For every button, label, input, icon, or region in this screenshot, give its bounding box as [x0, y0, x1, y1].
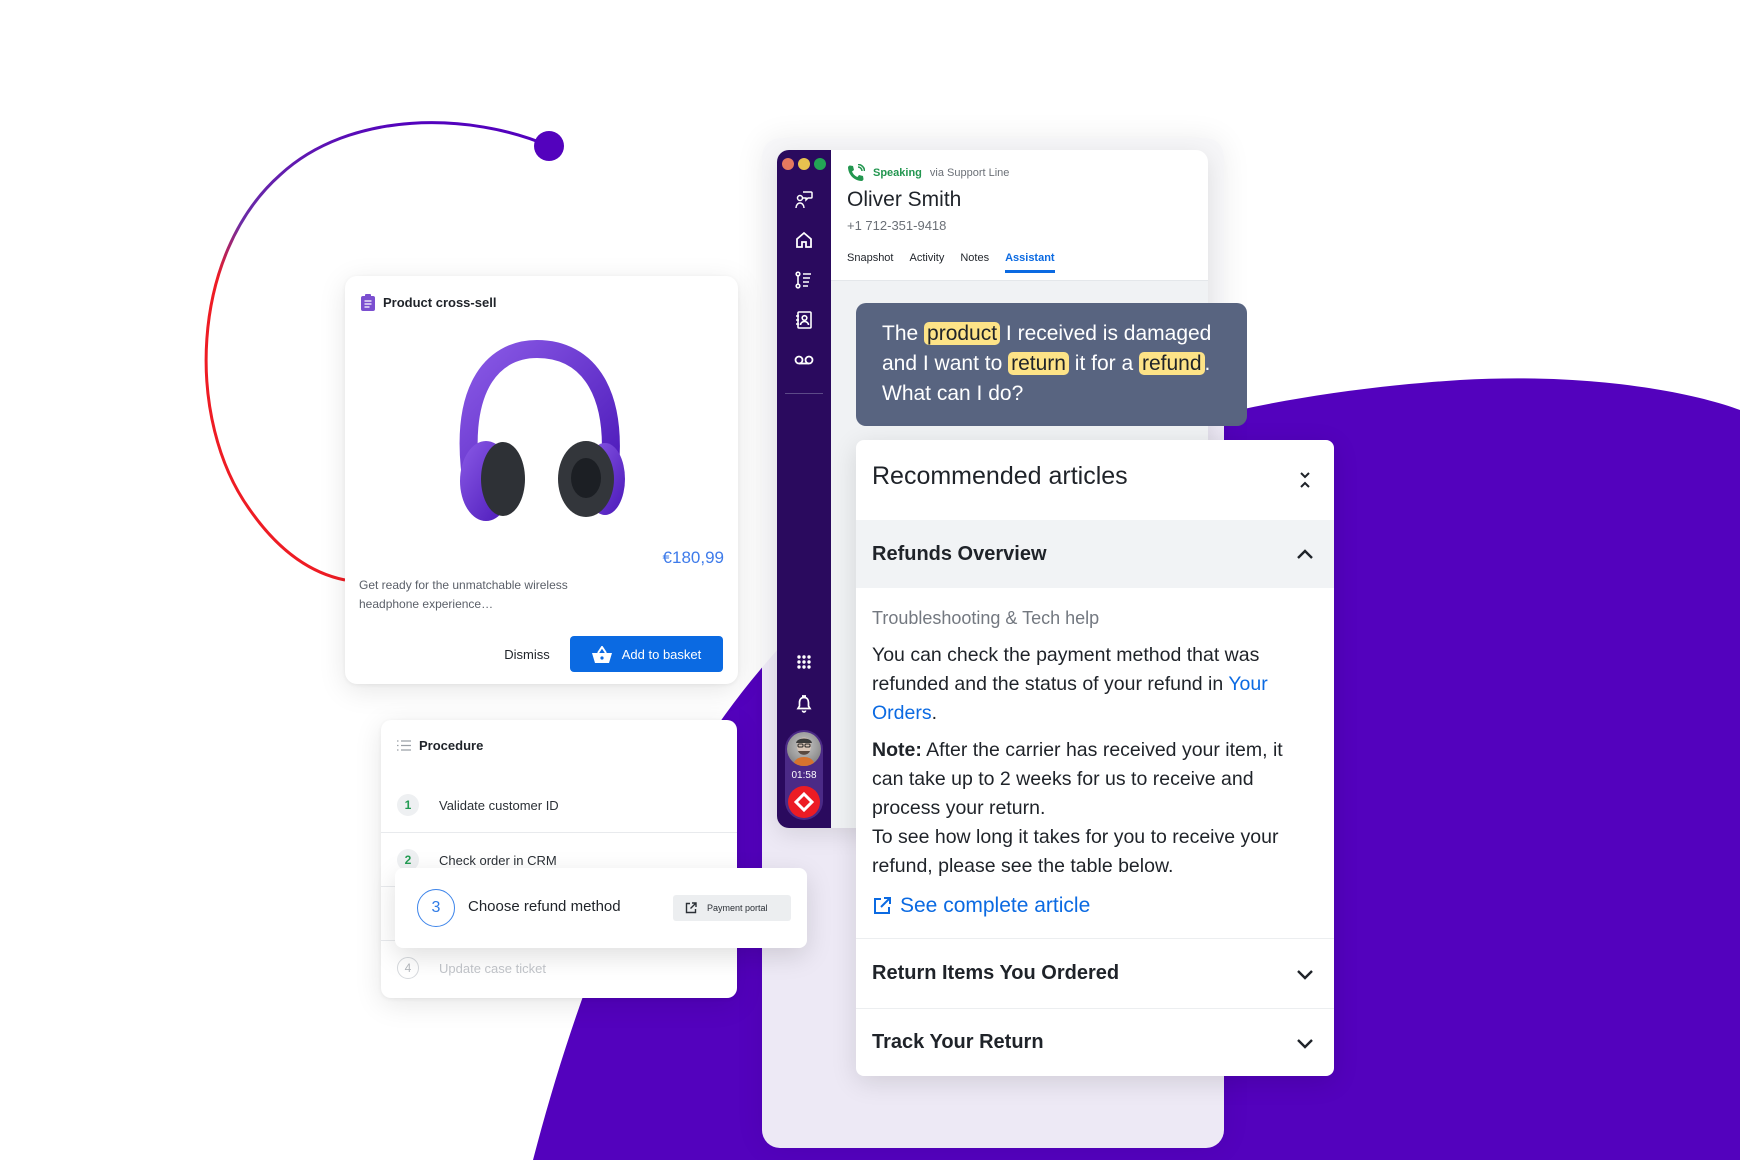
arc-dot	[534, 131, 564, 161]
voicemail-icon[interactable]	[792, 348, 816, 372]
line-text: via Support Line	[929, 167, 1010, 179]
call-status: Speaking via Support Line	[847, 164, 1009, 182]
product-price: €180,99	[662, 548, 724, 567]
article-title: Refunds Overview	[872, 542, 1047, 565]
see-complete-article-link[interactable]: See complete article	[872, 891, 1312, 920]
article-paragraph: You can check the payment method that wa…	[872, 641, 1312, 728]
tab-notes[interactable]: Notes	[960, 252, 989, 273]
dismiss-button[interactable]: Dismiss	[485, 636, 569, 672]
paragraph-text: .	[931, 702, 938, 724]
article-return-items[interactable]: Return Items You Ordered	[856, 938, 1334, 1008]
caller-number: +1 712-351-9418	[847, 218, 947, 233]
article-track-return[interactable]: Track Your Return	[856, 1008, 1334, 1076]
caller-avatar[interactable]	[787, 732, 821, 766]
card-header: Procedure	[397, 738, 483, 753]
panel-title: Recommended articles	[872, 462, 1128, 490]
button-label: Payment portal	[707, 903, 768, 913]
card-title: Procedure	[419, 738, 484, 753]
link-label: See complete article	[900, 894, 1091, 917]
hang-up-button[interactable]	[788, 786, 820, 818]
caller-name: Oliver Smith	[847, 188, 962, 211]
status-text: Speaking	[873, 167, 922, 179]
tab-snapshot[interactable]: Snapshot	[847, 252, 893, 273]
article-title: Track Your Return	[872, 1031, 1044, 1053]
collapse-all-icon[interactable]	[1298, 470, 1312, 495]
article-title: Return Items You Ordered	[872, 962, 1120, 984]
product-description: Get ready for the unmatchable wireless h…	[359, 578, 568, 611]
external-link-icon	[874, 896, 891, 914]
add-to-basket-button[interactable]: Add to basket	[570, 636, 723, 672]
article-category: Troubleshooting & Tech help	[872, 608, 1100, 628]
transcript-text: The	[882, 322, 925, 345]
keyword-highlight: return	[1008, 352, 1069, 375]
step-number: 1	[397, 794, 419, 816]
procedure-step[interactable]: 4 Update case ticket	[381, 940, 737, 995]
step-label: Check order in CRM	[439, 852, 557, 868]
article-body: Troubleshooting & Tech help You can chec…	[872, 604, 1312, 920]
step-number: 4	[397, 957, 419, 979]
basket-icon	[591, 645, 612, 663]
step-label: Choose refund method	[468, 898, 621, 915]
step-label: Update case ticket	[439, 960, 546, 976]
button-label: Add to basket	[621, 646, 702, 662]
phone-call-icon	[848, 164, 865, 181]
chevron-down-icon	[1297, 1038, 1313, 1049]
product-image	[361, 331, 723, 536]
paragraph-text: You can check the payment method that wa…	[872, 644, 1260, 695]
article-refunds-overview[interactable]: Refunds Overview	[856, 520, 1334, 588]
apps-grid-icon[interactable]	[792, 650, 816, 674]
payment-portal-button[interactable]: Payment portal	[673, 895, 791, 921]
list-icon	[397, 740, 411, 751]
clipboard-icon	[361, 294, 375, 311]
chevron-down-icon	[1297, 969, 1313, 980]
recommended-articles-panel: Recommended articles Refunds Overview Tr…	[856, 440, 1334, 1076]
transcript-bubble: The product I received is damaged and I …	[856, 303, 1247, 426]
chevron-up-icon	[1297, 549, 1313, 559]
sidebar-divider	[785, 393, 823, 394]
procedure-step[interactable]: 1 Validate customer ID	[381, 778, 737, 832]
steps-icon[interactable]	[792, 268, 816, 292]
minimize-dot[interactable]	[798, 158, 810, 170]
caller-header: Speaking via Support Line Oliver Smith +…	[831, 150, 1208, 281]
note-text: After the carrier has received your item…	[872, 739, 1283, 819]
article-note: Note: After the carrier has received you…	[872, 736, 1312, 823]
window-controls	[782, 158, 826, 170]
home-icon[interactable]	[792, 228, 816, 252]
step-label: Validate customer ID	[439, 797, 559, 813]
transcript-text: it for a	[1068, 352, 1139, 375]
external-link-icon	[685, 902, 697, 914]
keyword-highlight: refund	[1138, 352, 1205, 375]
sidebar: 01:58	[777, 150, 831, 828]
tab-bar: Snapshot Activity Notes Assistant	[847, 252, 1055, 273]
bell-icon[interactable]	[792, 692, 816, 716]
note-label: Note:	[872, 739, 922, 761]
call-timer: 01:58	[791, 770, 817, 781]
product-cross-sell-card: Product cross-sell €180,99 Get ready for…	[345, 276, 738, 684]
card-title: Product cross-sell	[383, 295, 497, 310]
tab-activity[interactable]: Activity	[909, 252, 944, 273]
card-header: Product cross-sell	[361, 294, 496, 311]
procedure-card: Procedure 1 Validate customer ID 2 Check…	[381, 720, 737, 998]
step-number: 3	[417, 889, 455, 927]
keyword-highlight: product	[924, 322, 1001, 345]
active-procedure-step[interactable]: 3 Choose refund method Payment portal	[395, 868, 807, 948]
tab-assistant[interactable]: Assistant	[1005, 252, 1055, 273]
close-dot[interactable]	[782, 158, 794, 170]
assistant-icon[interactable]	[792, 188, 816, 212]
contacts-icon[interactable]	[792, 308, 816, 332]
article-paragraph: To see how long it takes for you to rece…	[872, 826, 1279, 877]
maximize-dot[interactable]	[814, 158, 826, 170]
